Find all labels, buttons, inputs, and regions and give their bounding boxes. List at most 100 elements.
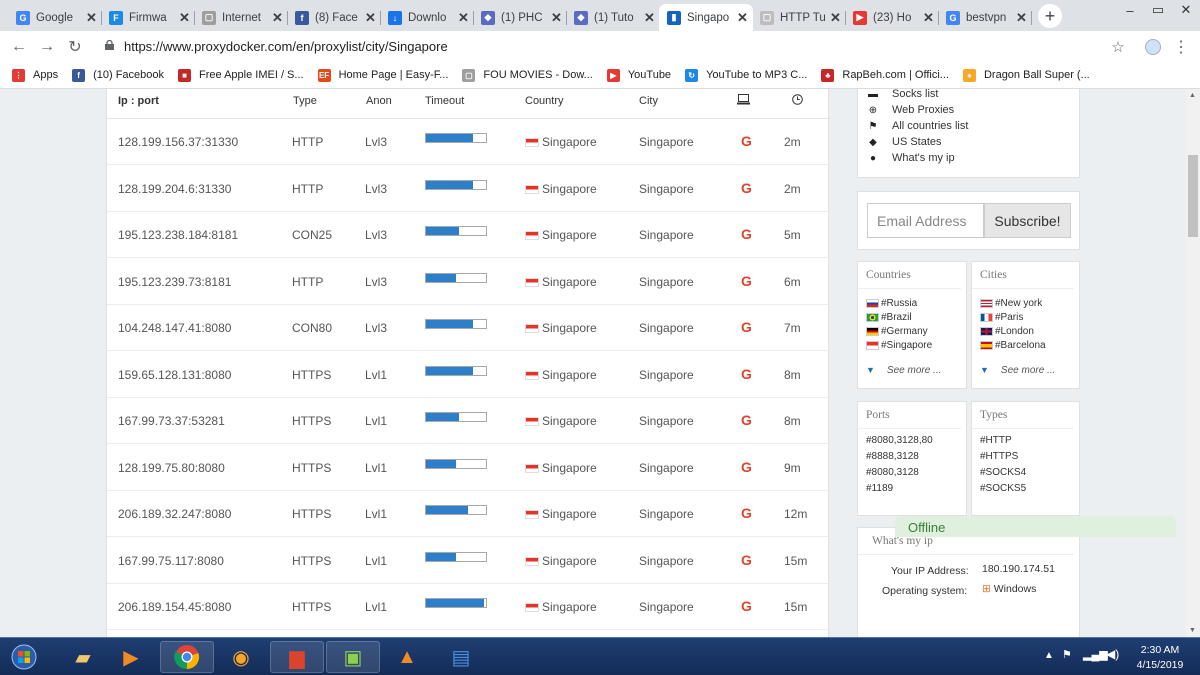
city-tag-barcelona[interactable]: #Barcelona [972,338,1079,352]
port-tag[interactable]: #1189 [858,483,966,499]
google-check-icon[interactable]: G [741,459,752,475]
google-check-icon[interactable]: G [741,552,752,568]
tab-close-icon[interactable]: ✕ [272,10,284,26]
bookmark-item[interactable]: ⋮ Apps [12,68,58,82]
cell-ip[interactable]: 128.199.156.37:31330 [118,135,238,149]
new-tab-button[interactable]: + [1038,4,1062,28]
cell-ip[interactable]: 167.99.75.117:8080 [118,554,224,568]
bookmark-item[interactable]: ■ Free Apple IMEI / S... [178,68,304,82]
table-row[interactable]: 167.99.73.37:53281 HTTPS Lvl1 Singapore Sing… [107,398,830,444]
cell-ip[interactable]: 104.248.147.41:8080 [118,321,231,335]
browser-tab[interactable]: ↓ Downlo ✕ [380,4,474,31]
table-row[interactable]: 206.189.32.247:8080 HTTPS Lvl1 Singapore Sin… [107,491,830,537]
google-check-icon[interactable]: G [741,273,752,289]
chrome-taskbar-icon[interactable] [160,641,214,673]
toolbox-app-icon[interactable]: ▆ [270,641,324,673]
tab-close-icon[interactable]: ✕ [365,10,377,26]
email-field[interactable]: Email Address [867,203,984,238]
table-row[interactable]: 206.189.154.45:8080 HTTPS Lvl1 Singapore Sin… [107,584,830,630]
bookmark-item[interactable]: ▶ YouTube [606,68,671,82]
quick-link-whats-my-ip[interactable]: ● What's my ip [858,150,1079,166]
maximize-icon[interactable]: ▭ [1144,0,1172,20]
google-check-icon[interactable]: G [741,505,752,521]
reload-icon[interactable]: ↻ [64,36,86,58]
vlc-icon[interactable]: ▲ [380,641,434,673]
forward-icon[interactable]: → [36,36,58,58]
scroll-up-icon[interactable]: ▲ [1189,92,1196,99]
city-tag-paris[interactable]: #Paris [972,310,1079,324]
type-tag[interactable]: #HTTP [972,435,1079,451]
minimize-icon[interactable]: – [1116,0,1144,20]
cell-ip[interactable]: 195.123.239.73:8181 [118,275,231,289]
google-check-icon[interactable]: G [741,133,752,149]
scrollbar-thumb[interactable] [1188,155,1198,237]
chat-widget[interactable]: Offline [895,516,1176,537]
table-row[interactable]: 195.123.239.73:8181 HTTP Lvl3 Singapore Sing… [107,259,830,305]
volume-icon[interactable]: ◀) [1106,647,1119,661]
uc-browser-icon[interactable]: ◉ [214,641,268,673]
google-check-icon[interactable]: G [741,226,752,242]
cell-ip[interactable]: 128.199.75.80:8080 [118,461,225,475]
address-bar[interactable]: https://www.proxydocker.com/en/proxylist… [100,34,1140,59]
app-icon[interactable]: ▤ [434,641,488,673]
cell-ip[interactable]: 128.199.204.6:31330 [118,182,231,196]
page-scrollbar[interactable]: ▲ ▼ [1186,89,1200,637]
quick-link-countries[interactable]: ⚑ All countries list [858,118,1079,134]
google-check-icon[interactable]: G [741,366,752,382]
tab-close-icon[interactable]: ✕ [86,10,98,26]
browser-tab[interactable]: ▶ (23) Ho ✕ [845,4,939,31]
google-check-icon[interactable]: G [741,319,752,335]
browser-tab[interactable]: ▮ Singapo ✕ [659,4,753,31]
bookmark-item[interactable]: ♣ RapBeh.com | Offici... [821,68,949,82]
countries-see-more[interactable]: ▼ See more ... [866,365,941,376]
signal-icon[interactable]: ▂▄▆ [1083,648,1108,661]
back-icon[interactable]: ← [8,36,30,58]
browser-tab[interactable]: F Firmwa ✕ [101,4,195,31]
flag-tray-icon[interactable]: ⚑ [1062,648,1072,661]
quick-link-socks[interactable]: ▬ Socks list [858,89,1079,102]
chrome-menu-icon[interactable]: ⋮ [1170,36,1192,58]
browser-tab[interactable]: ▢ HTTP Tu ✕ [752,4,846,31]
type-tag[interactable]: #SOCKS5 [972,483,1079,499]
start-button[interactable] [2,641,46,673]
tab-close-icon[interactable]: ✕ [551,10,563,26]
table-row[interactable]: 104.248.147.41:8080 CON80 Lvl3 Singapore Sin… [107,305,830,351]
cell-ip[interactable]: 195.123.238.184:8181 [118,228,238,242]
table-row[interactable]: 128.199.75.80:8080 HTTPS Lvl1 Singapore Sing… [107,445,830,491]
port-tag[interactable]: #8080,3128,80 [858,435,966,451]
close-window-icon[interactable]: ✕ [1172,0,1200,20]
cell-ip[interactable]: 206.189.154.45:8080 [118,600,231,614]
bookmark-star-icon[interactable]: ☆ [1107,36,1129,58]
cities-see-more[interactable]: ▼ See more ... [980,365,1055,376]
bookmark-item[interactable]: EF Home Page | Easy-F... [317,68,448,82]
city-tag-new-york[interactable]: #New york [972,296,1079,310]
tab-close-icon[interactable]: ✕ [737,10,749,26]
cell-ip[interactable]: 167.99.73.37:53281 [118,414,225,428]
tab-close-icon[interactable]: ✕ [830,10,842,26]
table-row[interactable]: 159.65.128.131:8080 HTTPS Lvl1 Singapore Sin… [107,352,830,398]
country-tag-russia[interactable]: #Russia [858,296,966,310]
table-row[interactable]: 195.123.238.184:8181 CON25 Lvl3 Singapore Si… [107,212,830,258]
country-tag-germany[interactable]: #Germany [858,324,966,338]
subscribe-button[interactable]: Subscribe! [984,203,1071,238]
show-hidden-icons[interactable]: ▲ [1044,650,1054,661]
browser-tab[interactable]: ◆ (1) PHC ✕ [473,4,567,31]
browser-tab[interactable]: Gbestvpn ✕ [938,4,1032,31]
system-clock[interactable]: 2:30 AM 4/15/2019 [1130,643,1190,673]
tab-close-icon[interactable]: ✕ [458,10,470,26]
table-row[interactable]: 167.99.75.117:8080 HTTPS Lvl1 Singapore Sing… [107,538,830,584]
bookmark-item[interactable]: ● Dragon Ball Super (... [962,68,1090,82]
port-tag[interactable]: #8888,3128 [858,451,966,467]
scroll-down-icon[interactable]: ▼ [1189,627,1196,634]
profile-avatar[interactable] [1142,36,1164,58]
type-tag[interactable]: #SOCKS4 [972,467,1079,483]
browser-tab[interactable]: f (8) Face ✕ [287,4,381,31]
quick-link-web-proxies[interactable]: ⊕ Web Proxies [858,102,1079,118]
table-row[interactable]: 128.199.156.37:31330 HTTP Lvl3 Singapore Sin… [107,119,830,165]
table-row[interactable]: 128.199.204.6:31330 HTTP Lvl3 Singapore Sing… [107,166,830,212]
browser-tab[interactable]: ◆ (1) Tuto ✕ [566,4,660,31]
google-check-icon[interactable]: G [741,180,752,196]
bookmark-item[interactable]: ↻ YouTube to MP3 C... [685,68,807,82]
tab-close-icon[interactable]: ✕ [1016,10,1028,26]
tab-close-icon[interactable]: ✕ [923,10,935,26]
